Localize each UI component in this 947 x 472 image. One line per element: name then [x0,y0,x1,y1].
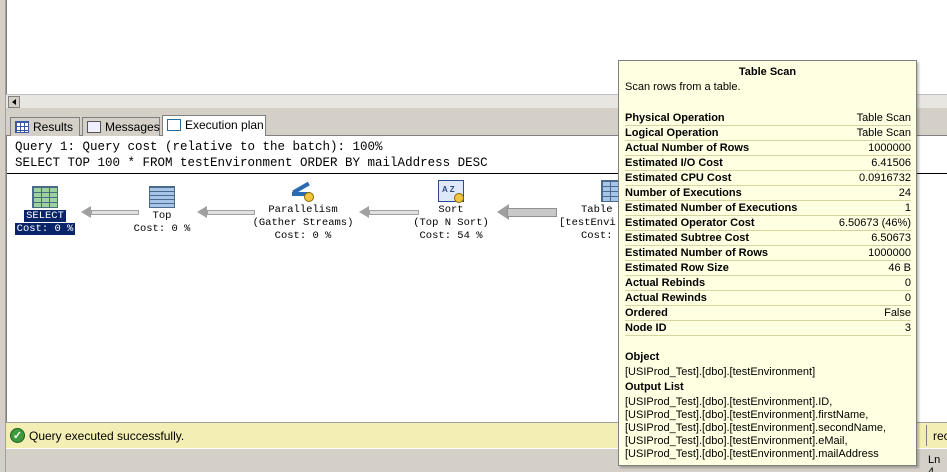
query-cost-line: Query 1: Query cost (relative to the bat… [15,140,383,154]
execution-plan-icon [167,119,181,131]
tooltip-properties: Physical Operation Table Scan Logical Ope… [625,111,911,336]
property-row: Number of Executions 24 [625,187,911,201]
parallelism-icon [290,180,316,202]
output-list-item: [USIProd_Test].[dbo].[testEnvironment].f… [625,409,869,421]
property-row: Estimated Number of Rows 1000000 [625,247,911,261]
scroll-left-arrow-icon[interactable] [8,96,20,108]
tooltip-description: Scan rows from a table. [625,81,741,93]
plan-node-table-scan[interactable]: Table [testEnvi Cost: [559,180,627,243]
status-segment: rec [933,429,947,443]
property-row: Estimated Operator Cost 6.50673 (46%) [625,217,911,231]
output-list-item: [USIProd_Test].[dbo].[testEnvironment].m… [625,448,879,460]
property-row: Actual Number of Rows 1000000 [625,142,911,156]
property-row: Node ID 3 [625,322,911,336]
output-list-heading: Output List [625,381,684,393]
plan-node-cost: Cost: 0 % [274,230,332,242]
tab-execution-plan-label: Execution plan [185,118,264,132]
plan-node-cost: Cost: 54 % [419,230,483,242]
plan-node-cost: Cost: [581,230,613,242]
plan-node-sub: [testEnvi [559,217,616,229]
property-row: Estimated Number of Executions 1 [625,202,911,216]
property-row: Estimated Row Size 46 B [625,262,911,276]
output-list-item: [USIProd_Test].[dbo].[testEnvironment].e… [625,435,848,447]
output-list-item: [USIProd_Test].[dbo].[testEnvironment].I… [625,396,833,408]
plan-node-label: Table [581,204,613,216]
sort-icon: A Z [438,180,464,203]
query-sql-line: SELECT TOP 100 * FROM testEnvironment OR… [15,156,488,170]
tab-results[interactable]: Results [10,117,80,136]
tab-messages-label: Messages [105,120,160,134]
plan-node-select[interactable]: SELECT Cost: 0 % [11,186,79,236]
property-row: Ordered False [625,307,911,321]
tab-messages[interactable]: Messages [82,117,160,136]
output-list: [USIProd_Test].[dbo].[testEnvironment].I… [625,396,886,461]
plan-node-cost: Cost: 0 % [133,223,191,235]
property-row: Estimated Subtree Cost 6.50673 [625,232,911,246]
object-value: [USIProd_Test].[dbo].[testEnvironment] [625,366,816,378]
tab-execution-plan[interactable]: Execution plan [162,115,266,137]
property-row: Actual Rewinds 0 [625,292,911,306]
output-list-item: [USIProd_Test].[dbo].[testEnvironment].s… [625,422,887,434]
sql-management-studio-window: Results Messages Execution plan Query 1:… [0,0,947,472]
top-icon [149,186,175,208]
plan-node-sub: (Gather Streams) [252,217,354,229]
messages-icon [87,121,101,133]
plan-node-cost: Cost: 0 % [14,223,76,235]
select-icon [32,186,58,208]
plan-node-label: Parallelism [268,204,338,216]
line-indicator: Ln 4 [928,454,941,472]
property-row: Actual Rebinds 0 [625,277,911,291]
property-row: Estimated I/O Cost 6.41506 [625,157,911,171]
tooltip-title: Table Scan [738,66,797,78]
plan-node-label: SELECT [24,210,66,222]
success-check-icon: ✓ [10,428,25,443]
property-row: Estimated CPU Cost 0.0916732 [625,172,911,186]
grid-icon [15,121,29,133]
plan-node-parallelism[interactable]: Parallelism (Gather Streams) Cost: 0 % [247,180,359,243]
plan-node-sub: (Top N Sort) [413,217,489,229]
object-heading: Object [625,351,660,363]
status-divider [926,425,927,446]
status-message: Query executed successfully. [29,429,185,443]
tab-results-label: Results [33,120,74,134]
property-row: Physical Operation Table Scan [625,112,911,126]
property-row: Logical Operation Table Scan [625,127,911,141]
operator-tooltip: Table Scan Scan rows from a table. Physi… [618,60,917,466]
